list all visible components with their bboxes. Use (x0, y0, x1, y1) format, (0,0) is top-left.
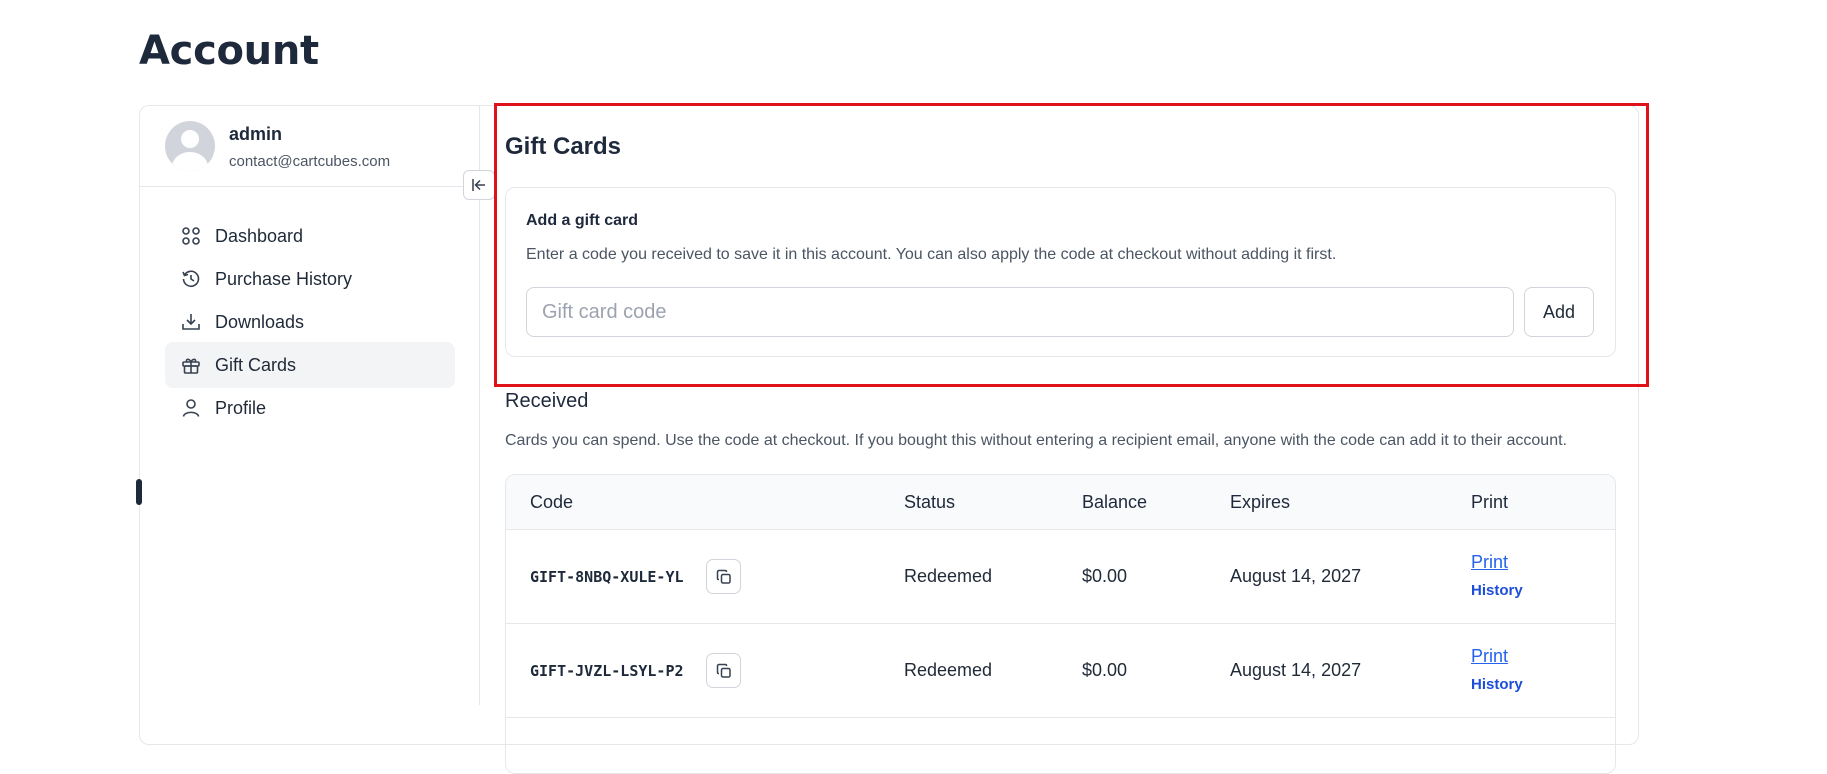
user-email: contact@cartcubes.com (229, 153, 391, 170)
grid-icon (180, 225, 202, 247)
status-cell: Redeemed (904, 660, 993, 680)
add-gift-card-title: Add a gift card (526, 212, 639, 229)
page-title: Account (139, 28, 319, 74)
status-cell: Redeemed (904, 566, 993, 586)
gift-card-code-input[interactable] (526, 287, 1514, 337)
print-link[interactable]: Print (1471, 646, 1508, 667)
expires-cell: August 14, 2027 (1230, 566, 1362, 586)
sidebar-item-gift-cards[interactable]: Gift Cards (165, 342, 455, 388)
sidebar-item-dashboard[interactable]: Dashboard (165, 213, 455, 259)
collapse-left-icon (472, 179, 485, 191)
copy-code-button[interactable] (706, 559, 741, 594)
table-row: GIFT-JVZL-LSYL-P2 Redeemed $0.00 August … (506, 624, 1615, 718)
table-row: GIFT-8NBQ-XULE-YL Redeemed $0.00 August … (506, 530, 1615, 624)
history-icon (180, 268, 202, 290)
gift-cards-table: Code Status Balance Expires Print GIFT-8… (505, 474, 1616, 774)
sidebar-item-purchase-history[interactable]: Purchase History (165, 256, 455, 302)
sidebar-item-label: Profile (215, 397, 267, 418)
gift-icon (180, 354, 202, 376)
sidebar-item-profile[interactable]: Profile (165, 385, 455, 431)
user-name: admin (229, 124, 283, 144)
user-icon (180, 397, 202, 419)
column-header-print: Print (1471, 492, 1509, 512)
active-indicator (136, 479, 142, 505)
table-header: Code Status Balance Expires Print (506, 475, 1615, 530)
add-gift-card-description: Enter a code you received to save it in … (526, 246, 1337, 263)
gift-cards-title: Gift Cards (505, 133, 622, 160)
column-header-expires: Expires (1230, 492, 1291, 512)
received-title: Received (505, 390, 589, 412)
balance-cell: $0.00 (1082, 566, 1128, 586)
user-block: admin contact@cartcubes.com (139, 105, 479, 187)
sidebar-item-label: Gift Cards (215, 354, 297, 375)
sidebar-item-label: Downloads (215, 311, 305, 332)
add-gift-card-button[interactable]: Add (1524, 287, 1594, 337)
sidebar-item-label: Purchase History (215, 268, 353, 289)
balance-cell: $0.00 (1082, 660, 1128, 680)
print-link[interactable]: Print (1471, 552, 1508, 573)
copy-icon (716, 663, 731, 678)
collapse-sidebar-button[interactable] (463, 170, 495, 200)
history-link[interactable]: History (1471, 582, 1523, 599)
avatar (165, 121, 215, 171)
sidebar: admin contact@cartcubes.com Dashboard Pu… (136, 105, 495, 705)
received-description: Cards you can spend. Use the code at che… (505, 432, 1567, 449)
copy-icon (716, 569, 731, 584)
column-header-code: Code (530, 492, 574, 512)
gift-card-code: GIFT-JVZL-LSYL-P2 (530, 662, 684, 680)
download-icon (180, 311, 202, 333)
column-header-status: Status (904, 492, 956, 512)
copy-code-button[interactable] (706, 653, 741, 688)
history-link[interactable]: History (1471, 676, 1523, 693)
gift-card-code: GIFT-8NBQ-XULE-YL (530, 568, 684, 586)
column-header-balance: Balance (1082, 492, 1148, 512)
expires-cell: August 14, 2027 (1230, 660, 1362, 680)
sidebar-item-downloads[interactable]: Downloads (165, 299, 455, 345)
sidebar-item-label: Dashboard (215, 225, 304, 246)
add-gift-card-panel: Add a gift card Enter a code you receive… (505, 187, 1616, 357)
